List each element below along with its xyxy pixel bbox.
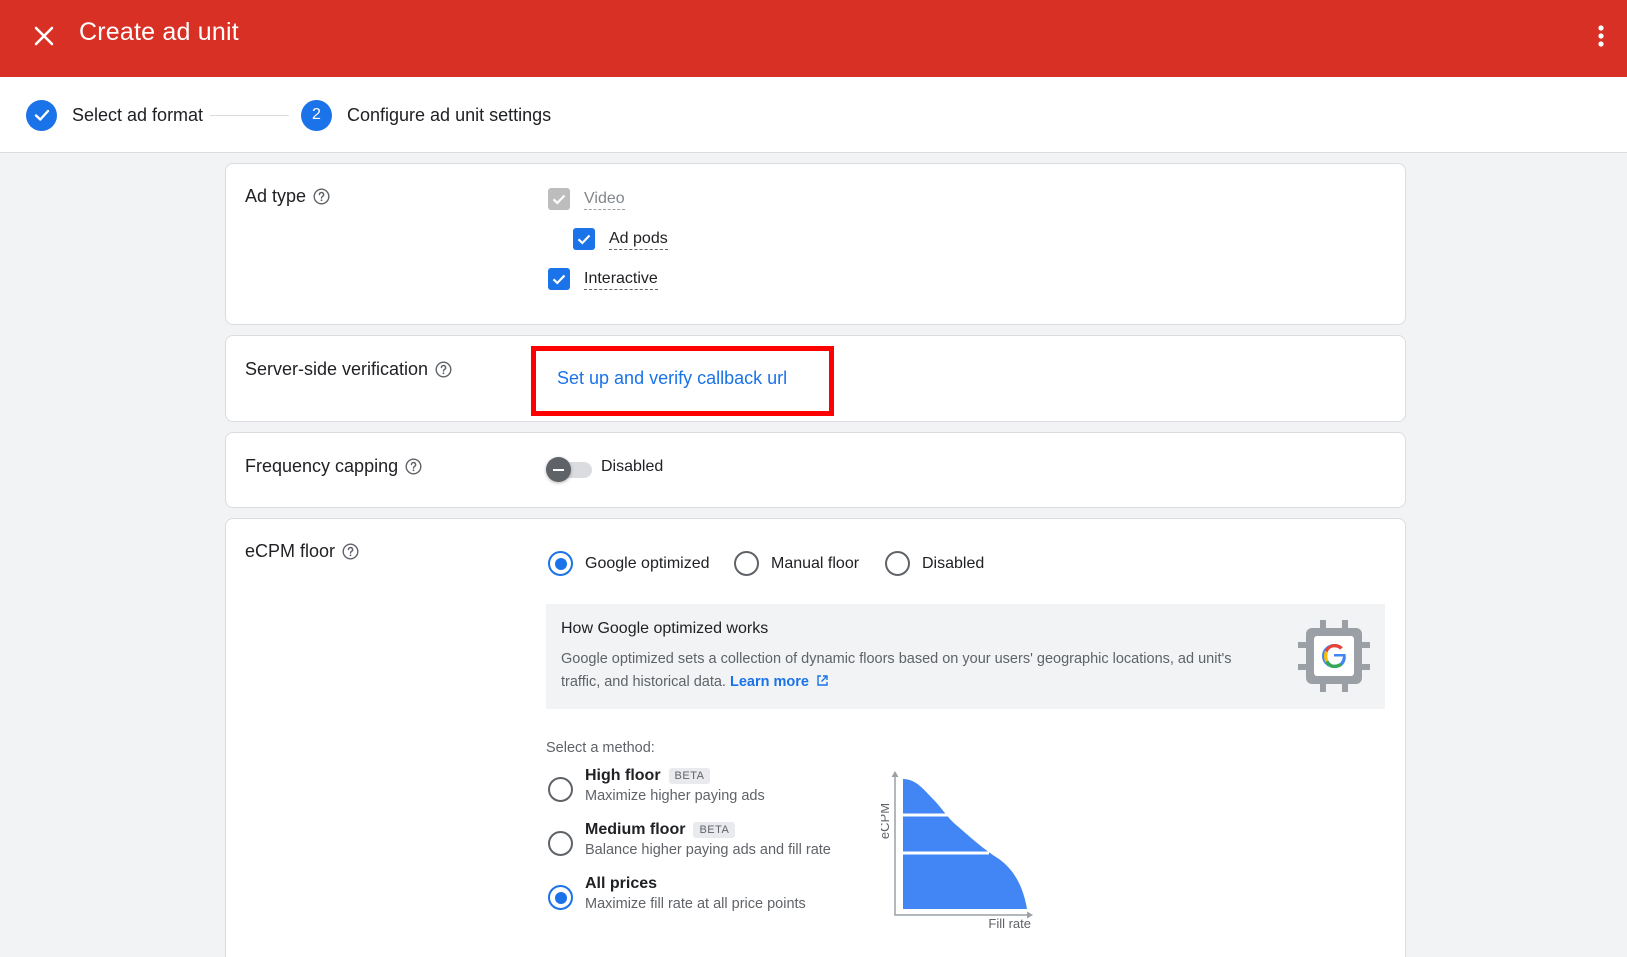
frequency-toggle[interactable]: [546, 453, 592, 483]
ad-type-title: Ad type: [245, 186, 307, 206]
method-name: All prices: [585, 875, 658, 892]
ssv-card: Server-side verification Set up and veri…: [225, 335, 1406, 422]
app-bar: Create ad unit: [0, 0, 1627, 77]
method-title: High floor BETA: [585, 767, 765, 785]
interactive-checkbox[interactable]: [548, 268, 570, 290]
learn-more-link[interactable]: Learn more: [730, 674, 829, 690]
info-text: Google optimized sets a collection of dy…: [561, 651, 1232, 690]
step-divider: [210, 115, 289, 116]
ad-pods-checkbox[interactable]: [573, 228, 595, 250]
step-label: Configure ad unit settings: [347, 104, 552, 125]
external-link-icon: [817, 675, 828, 686]
radio-button[interactable]: [548, 885, 573, 910]
ad-pods-label: Ad pods: [609, 229, 668, 250]
video-checkbox-row: Video: [548, 188, 625, 210]
method-name: Medium floor: [585, 821, 686, 838]
step-label: Select ad format: [72, 104, 204, 125]
method-title: Medium floor BETA: [585, 821, 831, 839]
ecpm-fill-rate-graph: eCPM Fill rate: [881, 771, 1033, 929]
radio-label: Disabled: [922, 554, 985, 572]
radio-button[interactable]: [548, 551, 573, 576]
radio-button[interactable]: [548, 831, 573, 856]
radio-manual-floor[interactable]: Manual floor: [734, 551, 859, 576]
frequency-card: Frequency capping Disabled: [225, 432, 1406, 508]
interactive-checkbox-row[interactable]: Interactive: [548, 268, 658, 290]
radio-disabled[interactable]: Disabled: [885, 551, 984, 576]
method-text: All prices Maximize fill rate at all pri…: [585, 875, 806, 912]
step-number: 2: [301, 99, 332, 131]
ecpm-title: eCPM floor: [245, 541, 336, 561]
help-icon[interactable]: [435, 361, 452, 378]
ad-type-card: Ad type Video Ad pods Interactive: [225, 163, 1406, 325]
google-chip-icon: [1298, 620, 1370, 692]
ad-type-label: Ad type: [245, 186, 330, 207]
radio-google-optimized[interactable]: Google optimized: [548, 551, 710, 576]
callback-url-link[interactable]: Set up and verify callback url: [557, 368, 787, 389]
close-icon[interactable]: [28, 20, 60, 52]
radio-label: Google optimized: [585, 554, 710, 572]
graph-xlabel: Fill rate: [988, 916, 1031, 929]
beta-badge: BETA: [693, 822, 736, 838]
method-title: All prices: [585, 875, 806, 893]
toggle-knob: [546, 457, 571, 482]
stepper: Select ad format 2 Configure ad unit set…: [0, 77, 1627, 153]
ecpm-label: eCPM floor: [245, 541, 359, 562]
frequency-state: Disabled: [601, 458, 664, 475]
interactive-label: Interactive: [584, 269, 658, 290]
help-icon[interactable]: [342, 543, 359, 560]
method-text: High floor BETA Maximize higher paying ad…: [585, 767, 765, 804]
beta-badge: BETA: [668, 768, 711, 784]
ad-pods-checkbox-row[interactable]: Ad pods: [573, 228, 668, 250]
step-select-ad-format[interactable]: Select ad format: [26, 99, 203, 131]
info-title: How Google optimized works: [561, 620, 769, 637]
method-desc: Maximize higher paying ads: [585, 788, 765, 804]
method-desc: Maximize fill rate at all price points: [585, 896, 806, 912]
frequency-label: Frequency capping: [245, 456, 422, 477]
info-box: How Google optimized works Google optimi…: [546, 604, 1385, 709]
learn-more-label: Learn more: [730, 674, 809, 690]
method-medium-floor[interactable]: Medium floor BETA Balance higher paying a…: [548, 821, 831, 858]
method-prompt: Select a method:: [546, 740, 655, 756]
video-label: Video: [584, 189, 625, 210]
radio-label: Manual floor: [771, 554, 860, 572]
radio-button[interactable]: [548, 777, 573, 802]
help-icon[interactable]: [405, 458, 422, 475]
method-all-prices[interactable]: All prices Maximize fill rate at all pri…: [548, 875, 806, 912]
ssv-label: Server-side verification: [245, 359, 452, 380]
radio-button[interactable]: [734, 551, 759, 576]
video-checkbox: [548, 188, 570, 210]
ecpm-card: eCPM floor Google optimized Manual floor…: [225, 518, 1406, 957]
page-title: Create ad unit: [79, 18, 239, 46]
frequency-title: Frequency capping: [245, 456, 399, 476]
method-high-floor[interactable]: High floor BETA Maximize higher paying ad…: [548, 767, 765, 804]
check-icon: [26, 99, 57, 131]
graph-area: [903, 779, 1027, 909]
ssv-title: Server-side verification: [245, 359, 429, 379]
radio-button[interactable]: [885, 551, 910, 576]
more-vert-icon[interactable]: [1589, 20, 1613, 52]
graph-ylabel: eCPM: [881, 803, 892, 839]
method-name: High floor: [585, 767, 661, 784]
step-configure-settings[interactable]: 2 Configure ad unit settings: [301, 99, 551, 131]
method-text: Medium floor BETA Balance higher paying a…: [585, 821, 831, 858]
method-desc: Balance higher paying ads and fill rate: [585, 842, 831, 858]
graph-y-arrow: [891, 771, 899, 777]
info-body: Google optimized sets a collection of dy…: [561, 648, 1261, 694]
help-icon[interactable]: [313, 188, 330, 205]
